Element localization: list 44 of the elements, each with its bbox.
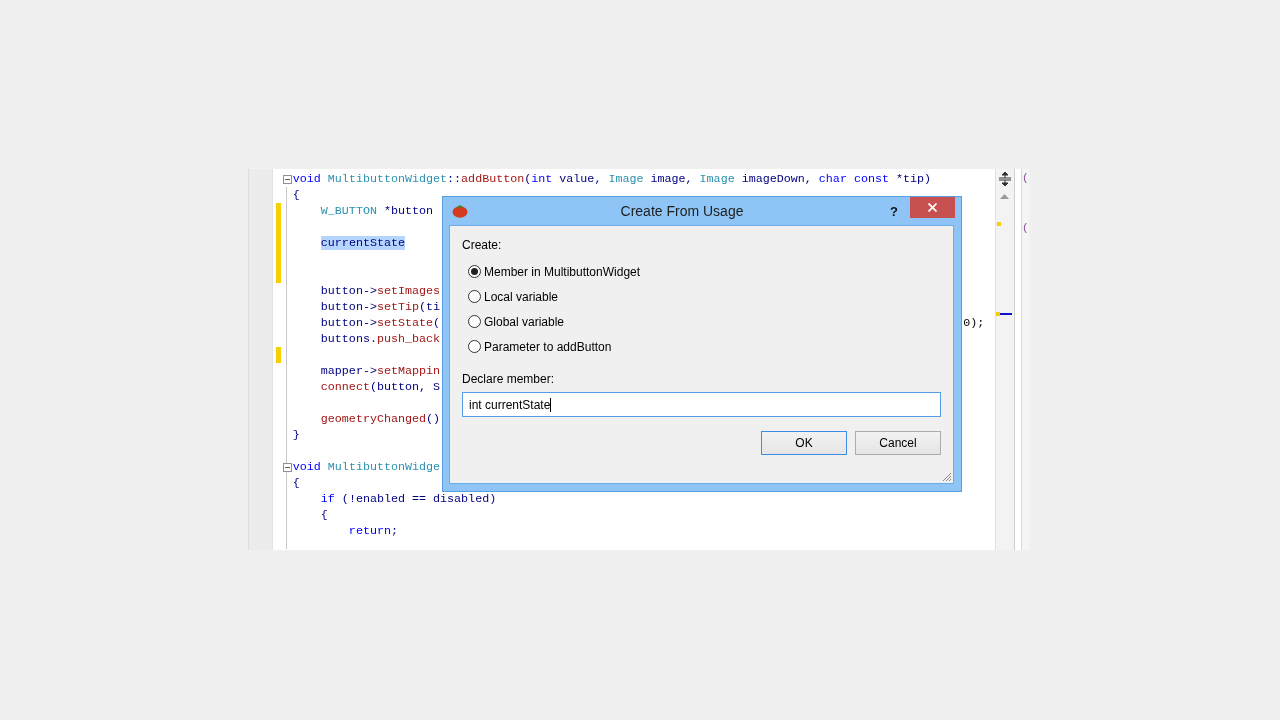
close-button[interactable] bbox=[910, 197, 955, 218]
collapse-icon[interactable] bbox=[282, 174, 292, 184]
scroll-up-icon[interactable] bbox=[1000, 194, 1010, 199]
radio-icon[interactable] bbox=[468, 340, 481, 353]
code-line: mapper->setMappin bbox=[319, 364, 441, 378]
code-line: W_BUTTON *button bbox=[319, 204, 434, 218]
code-fragment: 0); bbox=[963, 316, 985, 330]
code-line: geometryChanged() bbox=[319, 412, 441, 426]
radio-icon[interactable] bbox=[468, 265, 481, 278]
code-line: void MultibuttonWidget::addButton(int value, Image image, Image imageDown, char const *tip) bbox=[292, 172, 932, 186]
dialog-button[interactable]: Cancel bbox=[855, 431, 941, 455]
code-line: buttons.push_back bbox=[319, 332, 441, 346]
radio-option[interactable]: Local variable bbox=[468, 288, 941, 305]
input-field[interactable]: int currentState bbox=[462, 392, 941, 417]
dialog-title: Create From Usage bbox=[619, 203, 745, 219]
code-line: button->setState( bbox=[319, 316, 441, 330]
create-label: Create: bbox=[462, 238, 503, 252]
caret-position-marker bbox=[996, 312, 1013, 316]
radio-option[interactable]: Global variable bbox=[468, 313, 941, 330]
code-fragment: ( bbox=[1022, 222, 1029, 234]
code-line: { bbox=[292, 188, 300, 202]
radio-icon[interactable] bbox=[468, 290, 481, 303]
code-line: void MultibuttonWidge bbox=[292, 460, 441, 474]
resize-grip-icon[interactable] bbox=[942, 472, 952, 482]
radio-option[interactable]: Parameter to addButton bbox=[468, 338, 941, 355]
dialog-button[interactable]: OK bbox=[761, 431, 847, 455]
radio-icon[interactable] bbox=[468, 315, 481, 328]
split-icon[interactable] bbox=[999, 172, 1012, 186]
collapse-icon[interactable] bbox=[282, 462, 292, 472]
code-line: button->setImages bbox=[319, 284, 441, 298]
close-icon bbox=[928, 203, 937, 212]
declare-label: Declare member: bbox=[462, 372, 556, 386]
change-marker bbox=[997, 222, 1002, 226]
help-button[interactable]: ? bbox=[886, 203, 902, 219]
code-line: connect(button, S bbox=[319, 380, 441, 394]
code-fragment: ( bbox=[1022, 172, 1029, 184]
radio-option[interactable]: Member in MultibuttonWidget bbox=[468, 263, 941, 280]
code-line: { bbox=[292, 476, 300, 490]
tomato-icon bbox=[452, 204, 468, 218]
code-line: { bbox=[319, 508, 328, 522]
code-line: if (!enabled == disabled) bbox=[319, 492, 497, 506]
code-line: return; bbox=[347, 524, 398, 538]
code-line: } bbox=[292, 428, 300, 442]
code-line: button->setTip(ti bbox=[319, 300, 441, 314]
